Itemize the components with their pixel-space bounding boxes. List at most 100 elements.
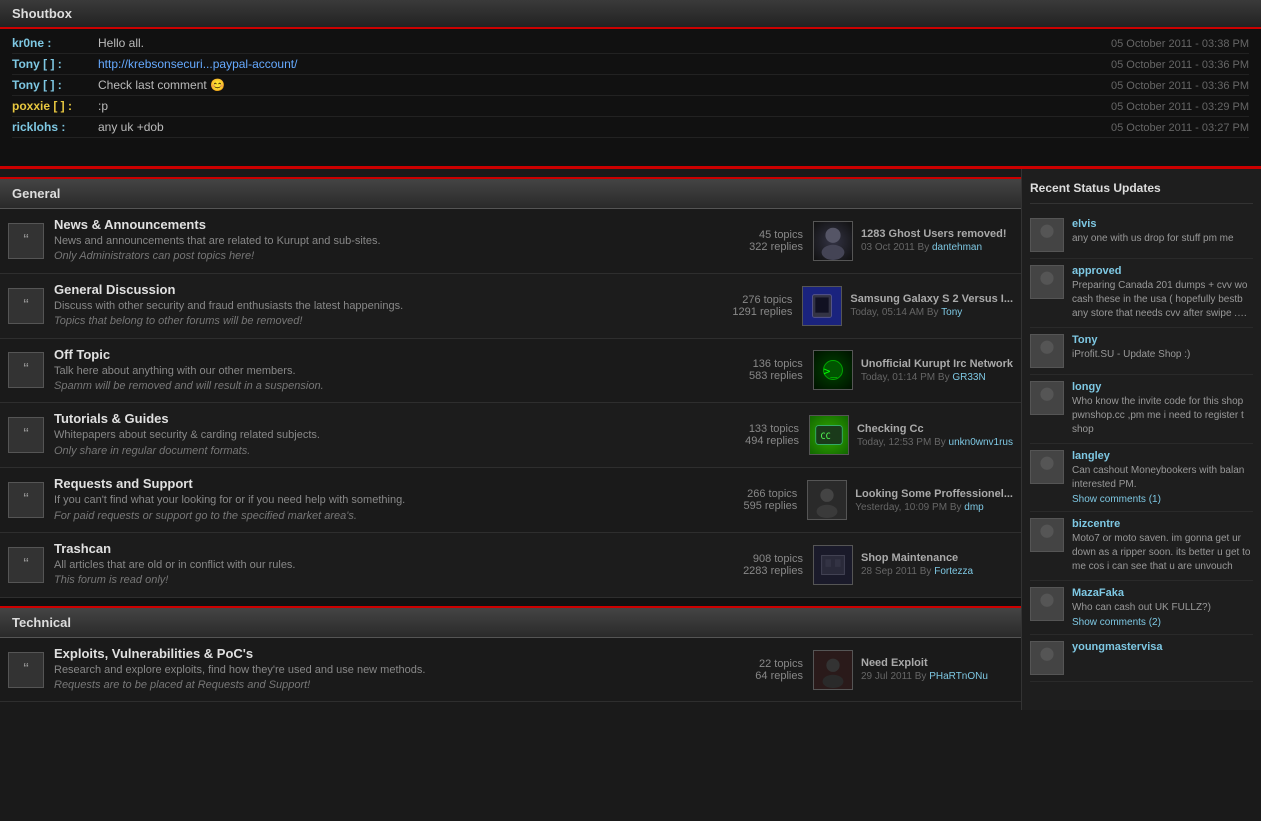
latest-title-requests[interactable]: Looking Some Proffessionel... [855, 488, 1013, 500]
status-content-5: bizcentre Moto7 or moto saven. im gonna … [1072, 518, 1253, 574]
shoutbox-panel: Shoutbox kr0ne : Hello all. 05 October 2… [0, 0, 1261, 169]
show-comments-6[interactable]: Show comments (2) [1072, 617, 1253, 628]
status-content-2: Tony iProfit.SU - Update Shop :) [1072, 334, 1253, 368]
status-content-0: elvis any one with us drop for stuff pm … [1072, 218, 1253, 252]
forum-title-trashcan[interactable]: Trashcan [54, 541, 713, 556]
forum-icon-general: “ [8, 288, 44, 324]
forum-row-requests: “ Requests and Support If you can't find… [0, 468, 1021, 533]
forum-latest-general: Samsung Galaxy S 2 Versus I... Today, 05… [802, 286, 1013, 326]
latest-avatar-offtopic: >_ [813, 350, 853, 390]
latest-meta-exploits: 29 Jul 2011 By PHaRTnONu [861, 671, 1013, 682]
shoutbox-user: ricklohs : [12, 120, 92, 134]
forum-info-exploits: Exploits, Vulnerabilities & PoC's Resear… [54, 646, 713, 694]
status-user-2[interactable]: Tony [1072, 334, 1253, 346]
latest-meta-news: 03 Oct 2011 By dantehman [861, 242, 1013, 253]
forum-desc-trashcan: All articles that are old or in conflict… [54, 558, 713, 589]
status-avatar-3 [1030, 381, 1064, 415]
status-avatar-1 [1030, 265, 1064, 299]
status-avatar-0 [1030, 218, 1064, 252]
forum-icon-offtopic: “ [8, 352, 44, 388]
status-user-0[interactable]: elvis [1072, 218, 1253, 230]
forum-title-tutorials[interactable]: Tutorials & Guides [54, 411, 709, 426]
latest-avatar-exploits [813, 650, 853, 690]
status-user-1[interactable]: approved [1072, 265, 1253, 277]
status-avatar-5 [1030, 518, 1064, 552]
shoutbox-user: poxxie [ ] : [12, 99, 92, 113]
shoutbox-link[interactable]: http://krebsonsecuri...paypal-account/ [98, 57, 297, 71]
general-section-header: General [0, 177, 1021, 209]
shoutbox-ts: 05 October 2011 - 03:27 PM [1111, 122, 1249, 134]
show-comments-4[interactable]: Show comments (1) [1072, 494, 1253, 505]
forum-title-requests[interactable]: Requests and Support [54, 476, 707, 491]
forum-row-general: “ General Discussion Discuss with other … [0, 274, 1021, 339]
status-item-2: Tony iProfit.SU - Update Shop :) [1030, 328, 1253, 375]
latest-info-news: 1283 Ghost Users removed! 03 Oct 2011 By… [861, 228, 1013, 253]
latest-info-offtopic: Unofficial Kurupt Irc Network Today, 01:… [861, 358, 1013, 383]
shoutbox-ts: 05 October 2011 - 03:36 PM [1111, 59, 1249, 71]
forum-stats-tutorials: 133 topics 494 replies [709, 423, 799, 447]
forum-icon-trashcan: “ [8, 547, 44, 583]
shoutbox-user: Tony [ ] : [12, 57, 92, 71]
latest-title-offtopic[interactable]: Unofficial Kurupt Irc Network [861, 358, 1013, 370]
latest-avatar-tutorials: CC [809, 415, 849, 455]
forum-row-exploits: “ Exploits, Vulnerabilities & PoC's Rese… [0, 638, 1021, 703]
latest-meta-tutorials: Today, 12:53 PM By unkn0wnv1rus [857, 437, 1013, 448]
status-avatar-2 [1030, 334, 1064, 368]
forum-desc-tutorials: Whitepapers about security & carding rel… [54, 428, 709, 459]
latest-title-general[interactable]: Samsung Galaxy S 2 Versus I... [850, 293, 1013, 305]
latest-avatar-trashcan [813, 545, 853, 585]
status-user-6[interactable]: MazaFaka [1072, 587, 1253, 599]
shoutbox-row: poxxie [ ] : :p 05 October 2011 - 03:29 … [12, 96, 1249, 117]
latest-info-general: Samsung Galaxy S 2 Versus I... Today, 05… [850, 293, 1013, 318]
status-text-4: Can cashout Moneybookers with balan inte… [1072, 464, 1253, 492]
forum-desc-general: Discuss with other security and fraud en… [54, 299, 702, 330]
status-user-3[interactable]: longy [1072, 381, 1253, 393]
forum-row-tutorials: “ Tutorials & Guides Whitepapers about s… [0, 403, 1021, 468]
status-item-4: langley Can cashout Moneybookers with ba… [1030, 444, 1253, 512]
latest-title-news[interactable]: 1283 Ghost Users removed! [861, 228, 1013, 240]
latest-avatar-general [802, 286, 842, 326]
shoutbox-row: kr0ne : Hello all. 05 October 2011 - 03:… [12, 33, 1249, 54]
shoutbox-msg: any uk +dob [92, 120, 1111, 134]
latest-info-trashcan: Shop Maintenance 28 Sep 2011 By Fortezza [861, 552, 1013, 577]
svg-text:CC: CC [820, 432, 830, 442]
forum-title-exploits[interactable]: Exploits, Vulnerabilities & PoC's [54, 646, 713, 661]
latest-info-tutorials: Checking Cc Today, 12:53 PM By unkn0wnv1… [857, 423, 1013, 448]
shoutbox-ts: 05 October 2011 - 03:38 PM [1111, 38, 1249, 50]
status-text-5: Moto7 or moto saven. im gonna get ur dow… [1072, 532, 1253, 574]
forum-info-tutorials: Tutorials & Guides Whitepapers about sec… [54, 411, 709, 459]
latest-title-trashcan[interactable]: Shop Maintenance [861, 552, 1013, 564]
technical-section-header: Technical [0, 606, 1021, 638]
forum-icon-tutorials: “ [8, 417, 44, 453]
status-avatar-7 [1030, 641, 1064, 675]
status-user-4[interactable]: langley [1072, 450, 1253, 462]
forum-latest-news: 1283 Ghost Users removed! 03 Oct 2011 By… [813, 221, 1013, 261]
forum-desc-offtopic: Talk here about anything with our other … [54, 364, 713, 395]
main-layout: General “ News & Announcements News and … [0, 169, 1261, 710]
status-avatar-4 [1030, 450, 1064, 484]
forum-title-news[interactable]: News & Announcements [54, 217, 713, 232]
forum-stats-requests: 266 topics 595 replies [707, 488, 797, 512]
forum-info-requests: Requests and Support If you can't find w… [54, 476, 707, 524]
latest-title-exploits[interactable]: Need Exploit [861, 657, 1013, 669]
status-item-6: MazaFaka Who can cash out UK FULLZ?) Sho… [1030, 581, 1253, 635]
status-content-1: approved Preparing Canada 201 dumps + cv… [1072, 265, 1253, 321]
forum-title-general[interactable]: General Discussion [54, 282, 702, 297]
forum-latest-trashcan: Shop Maintenance 28 Sep 2011 By Fortezza [813, 545, 1013, 585]
forum-title-offtopic[interactable]: Off Topic [54, 347, 713, 362]
forum-icon-exploits: “ [8, 652, 44, 688]
status-user-7[interactable]: youngmastervisa [1072, 641, 1253, 653]
latest-info-requests: Looking Some Proffessionel... Yesterday,… [855, 488, 1013, 513]
latest-meta-offtopic: Today, 01:14 PM By GR33N [861, 372, 1013, 383]
latest-title-tutorials[interactable]: Checking Cc [857, 423, 1013, 435]
status-text-0: any one with us drop for stuff pm me [1072, 232, 1253, 246]
status-text-6: Who can cash out UK FULLZ?) [1072, 601, 1253, 615]
svg-text:>_: >_ [823, 364, 837, 378]
status-text-2: iProfit.SU - Update Shop :) [1072, 348, 1253, 362]
status-text-1: Preparing Canada 201 dumps + cvv wo cash… [1072, 279, 1253, 321]
status-user-5[interactable]: bizcentre [1072, 518, 1253, 530]
forum-info-trashcan: Trashcan All articles that are old or in… [54, 541, 713, 589]
status-content-3: longy Who know the invite code for this … [1072, 381, 1253, 437]
forum-area: General “ News & Announcements News and … [0, 169, 1021, 710]
forum-info-general: General Discussion Discuss with other se… [54, 282, 702, 330]
